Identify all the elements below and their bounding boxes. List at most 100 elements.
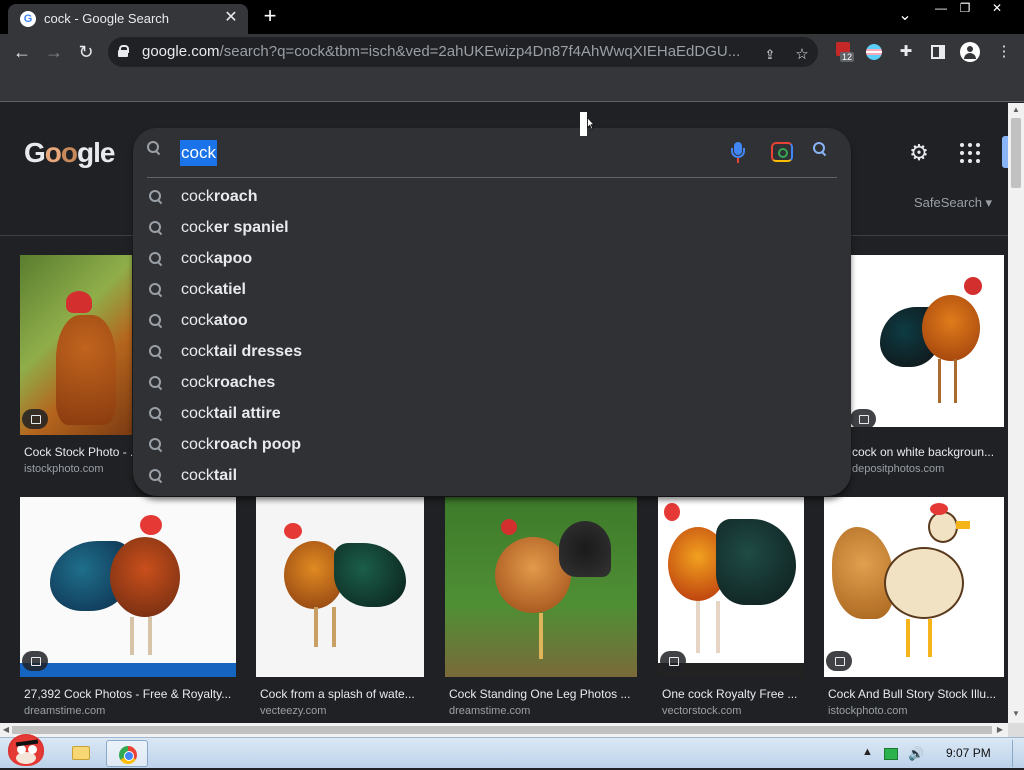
image-caption[interactable]: Cock from a splash of wate... [260,687,424,701]
forward-button[interactable]: → [42,40,66,64]
search-submit-button[interactable] [813,142,833,162]
scrollbar-thumb[interactable] [1011,118,1021,188]
search-icon [149,252,163,266]
image-thumbnail[interactable] [20,255,132,435]
address-bar[interactable]: google.com/search?q=cock&tbm=isch&ved=2a… [108,37,818,67]
image-caption[interactable]: Cock Standing One Leg Photos ... [449,687,637,701]
image-caption[interactable]: cock on white backgroun... [852,445,1004,459]
image-caption[interactable]: 27,392 Cock Photos - Free & Royalty... [24,687,236,701]
volume-icon[interactable]: 🔊 [908,746,924,762]
suggestion-item[interactable]: cockapoo [133,244,851,275]
image-badge-icon [660,651,686,671]
reload-button[interactable]: ↻ [74,40,98,64]
google-apps-icon[interactable] [958,141,982,165]
safesearch-menu[interactable]: SafeSearch ▾ [914,195,992,211]
image-source[interactable]: depositphotos.com [852,463,944,475]
image-thumbnail[interactable] [658,497,804,677]
image-thumbnail[interactable] [20,497,236,677]
search-icon [149,407,163,421]
bookmark-star-icon[interactable]: ☆ [792,45,812,65]
suggestion-item[interactable]: cocktail attire [133,399,851,430]
close-tab-icon[interactable]: ✕ [222,9,240,27]
extension-badge: 12 [840,52,855,62]
share-icon[interactable]: ⇪ [760,45,780,65]
horizontal-scrollbar[interactable]: ◀ ▶ [0,723,1008,737]
camera-lens-icon[interactable] [771,142,793,162]
tab-strip: G cock - Google Search ✕ + ⌄ — ❐ ✕ [0,0,1024,34]
search-input[interactable]: cock [180,140,217,166]
scrollbar-thumb[interactable] [12,726,992,734]
search-results-page: Google ⚙ SafeSearch ▾ Cock Stock Photo -… [0,103,1008,723]
suggestion-item[interactable]: cockatiel [133,275,851,306]
image-source[interactable]: vecteezy.com [260,705,326,717]
new-tab-button[interactable]: + [258,4,282,28]
mouse-cursor-icon [580,112,595,136]
image-source[interactable]: istockphoto.com [24,463,103,475]
extensions-puzzle-icon[interactable]: ✚ [896,42,916,62]
url-text[interactable]: google.com/search?q=cock&tbm=isch&ved=2a… [142,43,742,60]
suggestion-item[interactable]: cockroach [133,182,851,213]
chrome-taskbar-icon[interactable] [106,740,148,767]
scroll-right-icon[interactable]: ▶ [994,723,1006,737]
scroll-up-icon[interactable]: ▲ [1011,105,1021,115]
image-caption[interactable]: One cock Royalty Free ... [662,687,804,701]
image-thumbnail[interactable] [824,497,1004,677]
image-source[interactable]: dreamstime.com [449,705,530,717]
google-logo[interactable]: Google [24,137,115,169]
image-caption[interactable]: Cock And Bull Story Stock Illu... [828,687,1004,701]
search-icon [149,314,163,328]
search-box-dropdown: cock cockroach cocker spaniel cockapoo c… [133,128,851,496]
image-thumbnail[interactable] [445,497,637,677]
image-badge-icon [22,651,48,671]
tab-search-chevron-icon[interactable]: ⌄ [890,8,920,24]
search-icon [149,283,163,297]
suggestion-item[interactable]: cocktail dresses [133,337,851,368]
settings-gear-icon[interactable]: ⚙ [906,140,932,166]
image-badge-icon [850,409,876,427]
suggestion-item[interactable]: cocker spaniel [133,213,851,244]
file-explorer-taskbar-icon[interactable] [58,740,104,767]
scrollbar-corner [1008,723,1024,737]
browser-menu-icon[interactable]: ⋮ [994,42,1014,62]
suggestion-item[interactable]: cocktail [133,461,851,492]
suggestion-list: cockroach cocker spaniel cockapoo cockat… [133,182,851,492]
tab-google-search[interactable]: G cock - Google Search ✕ [8,4,248,34]
back-button[interactable]: ← [10,40,34,64]
search-icon [149,438,163,452]
clock[interactable]: 9:07 PM [946,746,991,760]
extension-flag-icon[interactable] [864,42,884,62]
image-source[interactable]: istockphoto.com [828,705,907,717]
search-icon [149,221,163,235]
side-panel-icon[interactable] [928,42,948,62]
taskbar: ▲ 🔊 9:07 PM [0,734,1024,768]
bookmark-bar [0,70,1024,102]
profile-avatar[interactable] [960,42,980,62]
search-icon [149,469,163,483]
tab-title: cock - Google Search [44,11,170,26]
image-badge-icon [22,409,48,429]
show-hidden-icons-icon[interactable]: ▲ [862,746,873,758]
suggestion-item[interactable]: cockroaches [133,368,851,399]
search-icon [149,345,163,359]
extension-ublock-icon[interactable]: 12 [834,42,856,62]
search-icon [149,376,163,390]
start-button-angry-bird-icon[interactable] [4,730,48,770]
close-window-button[interactable]: ✕ [982,0,1012,16]
google-favicon-icon: G [20,11,36,27]
image-source[interactable]: vectorstock.com [662,705,741,717]
maximize-button[interactable]: ❐ [950,0,980,16]
image-source[interactable]: dreamstime.com [24,705,105,717]
microphone-icon[interactable] [729,140,747,164]
search-box-divider [147,177,837,178]
battery-icon[interactable] [884,748,898,760]
vertical-scrollbar[interactable]: ▲ ▼ [1008,103,1024,723]
image-thumbnail[interactable] [848,255,1004,427]
scroll-down-icon[interactable]: ▼ [1011,709,1021,719]
lock-icon [118,45,129,57]
image-caption[interactable]: Cock Stock Photo - ... [24,445,132,459]
image-thumbnail[interactable] [256,497,424,677]
browser-toolbar: ← → ↻ google.com/search?q=cock&tbm=isch&… [0,34,1024,70]
suggestion-item[interactable]: cockatoo [133,306,851,337]
show-desktop-button[interactable] [1012,740,1022,767]
suggestion-item[interactable]: cockroach poop [133,430,851,461]
